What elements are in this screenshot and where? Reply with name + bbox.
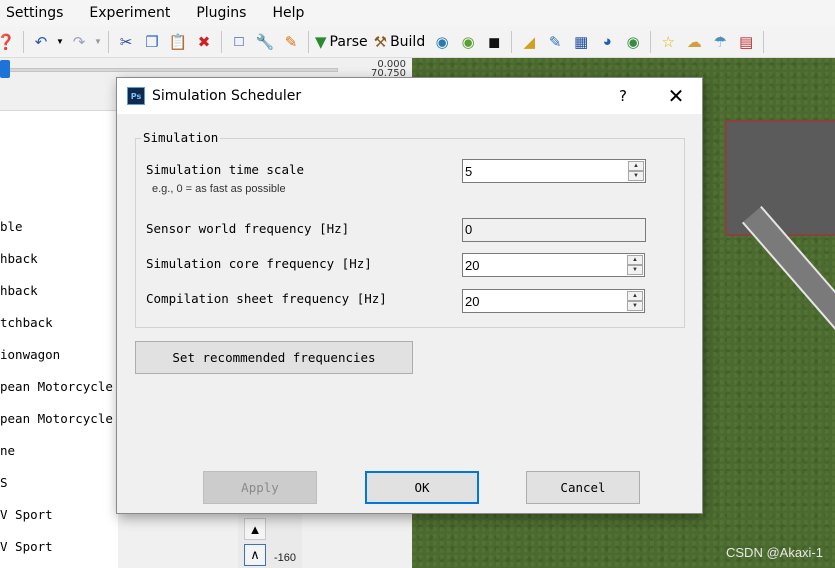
marker-tool-icon[interactable]: ∧ <box>244 544 266 566</box>
weather-icon[interactable]: ☂ <box>708 30 732 54</box>
cancel-button[interactable]: Cancel <box>526 471 640 504</box>
time-slider-track[interactable] <box>8 68 338 72</box>
grid-icon[interactable]: ▦ <box>569 30 593 54</box>
menu-experiment[interactable]: Experiment <box>83 0 182 26</box>
sheet-frequency-label: Compilation sheet frequency [Hz] <box>146 291 387 306</box>
delete-icon[interactable]: ✖ <box>192 30 216 54</box>
close-button[interactable]: ✕ <box>662 83 690 109</box>
spin-up-icon[interactable]: ▲ <box>628 161 644 171</box>
help-icon[interactable]: ❓ <box>0 30 18 54</box>
road-tool-icon[interactable]: ▲ <box>244 518 266 540</box>
menu-plugins[interactable]: Plugins <box>190 0 258 26</box>
toolbar-separator <box>650 30 652 53</box>
globe2-icon[interactable]: ◉ <box>456 30 480 54</box>
list-item[interactable]: ionwagon <box>0 347 60 362</box>
list-item[interactable]: tchback <box>0 315 53 330</box>
coordinate-label: -160 <box>274 552 297 564</box>
list-item[interactable]: S <box>0 475 8 490</box>
paste-icon[interactable]: 📋 <box>166 30 190 54</box>
group-title: Simulation <box>141 130 221 145</box>
undo-icon[interactable]: ↶ <box>29 30 53 54</box>
ok-button[interactable]: OK <box>365 471 479 504</box>
sheet-frequency-input[interactable] <box>463 290 626 312</box>
sensor-frequency-label: Sensor world frequency [Hz] <box>146 221 350 236</box>
cloud-icon[interactable]: ☁ <box>682 30 706 54</box>
menu-help[interactable]: Help <box>266 0 316 26</box>
dialog-title: Simulation Scheduler <box>152 88 302 104</box>
toolbar-separator <box>108 30 109 53</box>
set-recommended-button[interactable]: Set recommended frequencies <box>135 341 413 374</box>
ruler-icon[interactable]: ◢ <box>517 30 541 54</box>
list-item[interactable]: ble <box>0 219 23 234</box>
road <box>742 205 835 420</box>
help-button[interactable]: ? <box>611 84 635 108</box>
build-label: Build <box>390 33 426 50</box>
core-frequency-input[interactable] <box>463 254 626 276</box>
time-scale-input[interactable] <box>463 160 626 182</box>
list-item[interactable]: V Sport <box>0 507 53 522</box>
chevron-down-icon[interactable]: ▼ <box>55 30 65 54</box>
sheet-frequency-spinbox[interactable]: ▲ ▼ <box>462 289 645 313</box>
list-item[interactable]: hback <box>0 283 38 298</box>
apply-button[interactable]: Apply <box>203 471 317 504</box>
time-scale-label: Simulation time scale <box>146 162 305 177</box>
bottom-tool-strip: ▲ ∧ -160 <box>238 512 302 568</box>
parse-button[interactable]: ▼ Parse <box>315 30 368 54</box>
terminal-icon[interactable]: ◼ <box>482 30 506 54</box>
select-icon[interactable]: □ <box>227 30 251 54</box>
time-scale-spinbox[interactable]: ▲ ▼ <box>462 159 646 183</box>
list-item[interactable]: V Sport <box>0 539 53 554</box>
chart-icon[interactable]: ▤ <box>734 30 758 54</box>
gauge-icon[interactable]: ◕ <box>595 30 619 54</box>
core-frequency-spinbox[interactable]: ▲ ▼ <box>462 253 645 277</box>
parse-icon: ▼ <box>315 32 327 51</box>
parking-lot <box>725 120 835 236</box>
pencil-icon[interactable]: ✎ <box>279 30 303 54</box>
star-icon[interactable]: ☆ <box>656 30 680 54</box>
menu-settings[interactable]: Settings <box>0 0 75 26</box>
cut-icon[interactable]: ✂ <box>114 30 138 54</box>
parse-label: Parse <box>329 33 368 50</box>
redo-icon[interactable]: ↷ <box>67 30 91 54</box>
dialog-titlebar[interactable]: Ps Simulation Scheduler ? ✕ <box>117 78 702 114</box>
toolbar: ❓ ↶ ▼ ↷ ▼ ✂ ❐ 📋 ✖ □ 🔧 ✎ ▼ Parse ⚒ Build … <box>0 26 835 58</box>
earth-icon[interactable]: ◉ <box>621 30 645 54</box>
app-logo-icon: Ps <box>127 87 145 105</box>
sensor-frequency-field: 0 <box>462 218 646 242</box>
vehicle-list: ble hback hback tchback ionwagon pean Mo… <box>0 110 118 568</box>
menubar: Settings Experiment Plugins Help <box>0 0 835 26</box>
toolbar-separator <box>511 30 513 53</box>
chevron-down-icon[interactable]: ▼ <box>93 30 103 54</box>
toolbar-separator <box>308 30 309 53</box>
spin-up-icon[interactable]: ▲ <box>627 255 643 265</box>
globe-icon[interactable]: ◉ <box>430 30 454 54</box>
toolbar-separator <box>23 30 24 53</box>
list-item[interactable]: pean Motorcycle w <box>0 411 118 426</box>
pen-ruler-icon[interactable]: ✎ <box>543 30 567 54</box>
spin-up-icon[interactable]: ▲ <box>627 291 643 301</box>
build-icon: ⚒ <box>373 32 388 51</box>
spin-down-icon[interactable]: ▼ <box>628 171 644 181</box>
time-scale-hint: e.g., 0 = as fast as possible <box>152 183 286 195</box>
list-item[interactable]: pean Motorcycle <box>0 379 113 394</box>
list-item[interactable]: ne <box>0 443 15 458</box>
build-button[interactable]: ⚒ Build <box>374 30 426 54</box>
spin-down-icon[interactable]: ▼ <box>627 265 643 275</box>
toolbar-separator <box>763 30 765 53</box>
toolbar-separator <box>221 30 222 53</box>
copy-icon[interactable]: ❐ <box>140 30 164 54</box>
time-slider-thumb[interactable] <box>0 60 10 78</box>
wrench-icon[interactable]: 🔧 <box>253 30 277 54</box>
simulation-scheduler-dialog: Ps Simulation Scheduler ? ✕ Simulation S… <box>116 77 703 514</box>
spin-down-icon[interactable]: ▼ <box>627 301 643 311</box>
core-frequency-label: Simulation core frequency [Hz] <box>146 256 372 271</box>
watermark: CSDN @Akaxi-1 <box>726 545 823 560</box>
list-item[interactable]: hback <box>0 251 38 266</box>
